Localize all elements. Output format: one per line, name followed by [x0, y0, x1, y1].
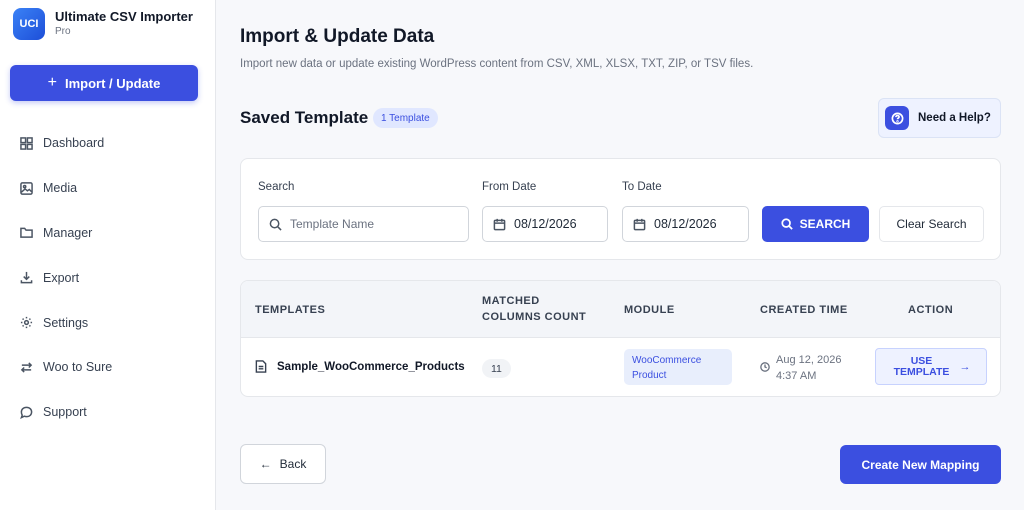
created-date: Aug 12, 2026 [776, 354, 842, 366]
use-template-button[interactable]: USE TEMPLATE → [875, 348, 987, 385]
module-badge: WooCommerce Product [624, 349, 732, 385]
swap-icon [20, 362, 33, 373]
folder-icon [20, 228, 33, 239]
table-header: TEMPLATES MATCHED COLUMNS COUNT MODULE C… [241, 281, 1000, 338]
search-icon [269, 218, 282, 231]
app-logo: UCI [13, 8, 45, 40]
file-icon [255, 360, 267, 373]
page-subtitle: Import new data or update existing WordP… [240, 58, 754, 70]
saved-template-title: Saved Template [240, 108, 369, 127]
sidebar-item-label: Support [43, 405, 87, 420]
sidebar-item-export[interactable]: Export [0, 255, 216, 300]
sidebar-item-label: Woo to Sure [43, 360, 113, 375]
app-title: Ultimate CSV Importer [55, 9, 193, 24]
calendar-icon [633, 218, 646, 230]
sidebar-item-label: Media [43, 181, 78, 196]
module-line2: Product [632, 370, 667, 381]
sidebar-item-dashboard[interactable]: Dashboard [0, 121, 216, 166]
search-button[interactable]: SEARCH [762, 206, 869, 242]
to-date-label: To Date [622, 181, 662, 193]
page-title: Import & Update Data [240, 26, 435, 47]
search-icon [781, 218, 793, 230]
sidebar-item-media[interactable]: Media [0, 166, 216, 211]
download-icon [20, 272, 33, 284]
sidebar-item-support[interactable]: Support [0, 390, 216, 435]
import-update-button[interactable]: + Import / Update [10, 65, 198, 101]
search-panel: Search From Date 08/12/2026 To Date 08/1… [240, 158, 1001, 260]
column-header-matched: MATCHED COLUMNS COUNT [482, 293, 586, 325]
from-date-label: From Date [482, 181, 537, 193]
sidebar-item-label: Settings [43, 315, 89, 330]
calendar-icon [493, 218, 506, 230]
to-date-field[interactable]: 08/12/2026 [622, 206, 749, 242]
to-date-value: 08/12/2026 [654, 217, 717, 231]
grid-icon [20, 137, 33, 150]
created-time-cell: Aug 12, 2026 4:37 AM [760, 352, 841, 384]
arrow-left-icon: ← [259, 457, 272, 471]
app-edition: Pro [55, 26, 71, 37]
table-row: Sample_WooCommerce_Products 11 WooCommer… [241, 338, 1000, 396]
sidebar-item-woo-to-sure[interactable]: Woo to Sure [0, 345, 216, 390]
column-header-action: ACTION [908, 304, 954, 316]
column-header-matched-line1: MATCHED [482, 295, 540, 307]
sidebar-item-label: Export [43, 270, 80, 285]
search-button-label: SEARCH [799, 217, 851, 231]
column-header-matched-line2: COLUMNS COUNT [482, 311, 587, 323]
sidebar-nav: Dashboard Media Manager Export Settings … [0, 121, 216, 435]
gear-icon [20, 317, 33, 329]
matched-count-badge: 11 [482, 359, 511, 378]
sidebar-item-label: Manager [43, 225, 93, 240]
create-new-mapping-button[interactable]: Create New Mapping [840, 445, 1001, 484]
from-date-value: 08/12/2026 [514, 217, 577, 231]
plus-icon: + [47, 74, 57, 91]
search-label: Search [258, 181, 295, 193]
sidebar-item-manager[interactable]: Manager [0, 211, 216, 256]
sidebar: UCI Ultimate CSV Importer Pro + Import /… [0, 0, 216, 510]
template-name-cell: Sample_WooCommerce_Products [255, 360, 465, 373]
search-field[interactable] [258, 206, 469, 242]
column-header-created: CREATED TIME [760, 304, 848, 316]
template-count-badge: 1 Template [373, 108, 438, 128]
template-name: Sample_WooCommerce_Products [277, 360, 465, 373]
help-button[interactable]: Need a Help? [878, 98, 1001, 138]
import-update-label: Import / Update [65, 75, 161, 91]
created-time: 4:37 AM [776, 370, 817, 382]
column-header-templates: TEMPLATES [255, 304, 326, 316]
clock-icon [760, 362, 770, 372]
help-label: Need a Help? [918, 112, 991, 124]
sidebar-item-settings[interactable]: Settings [0, 300, 216, 345]
back-label: Back [279, 457, 307, 471]
column-header-module: MODULE [624, 304, 675, 316]
image-icon [20, 181, 33, 195]
question-icon [885, 106, 909, 130]
arrow-right-icon: → [959, 360, 971, 373]
use-template-label: USE TEMPLATE [893, 354, 950, 378]
back-button[interactable]: ← Back [240, 444, 326, 484]
chat-icon [20, 406, 33, 419]
search-input[interactable] [290, 217, 468, 231]
module-line1: WooCommerce [632, 355, 702, 366]
from-date-field[interactable]: 08/12/2026 [482, 206, 608, 242]
sidebar-item-label: Dashboard [43, 136, 105, 151]
clear-search-button[interactable]: Clear Search [879, 206, 984, 242]
templates-table: TEMPLATES MATCHED COLUMNS COUNT MODULE C… [240, 280, 1001, 397]
brand: UCI Ultimate CSV Importer Pro [13, 8, 193, 40]
